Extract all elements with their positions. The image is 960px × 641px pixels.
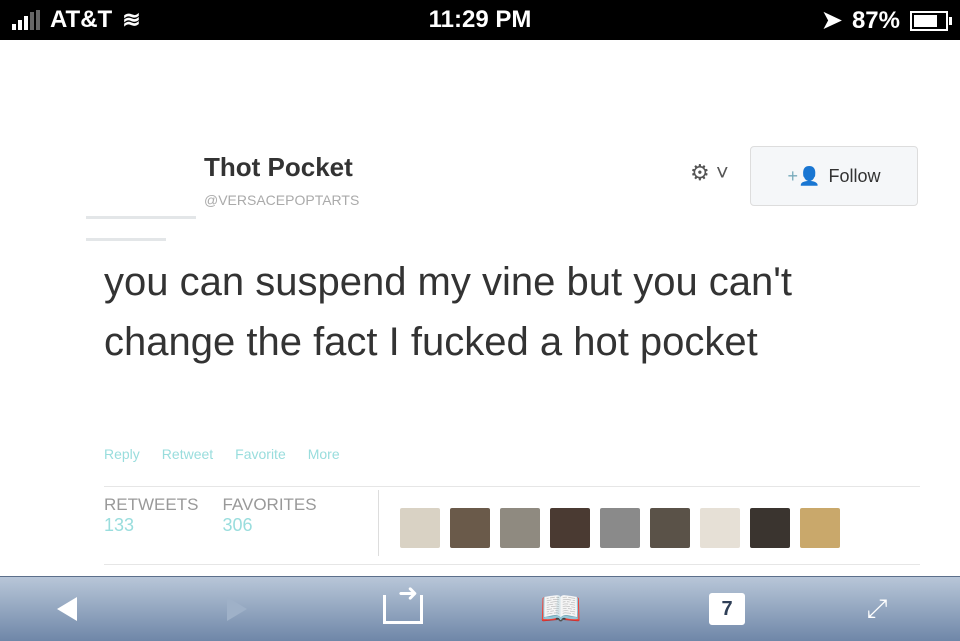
fullscreen-button[interactable]: ⤢: [852, 591, 902, 627]
share-icon: [383, 579, 423, 624]
divider: [86, 238, 166, 241]
tweet-actions: Reply Retweet Favorite More: [104, 446, 340, 462]
divider: [104, 564, 920, 565]
favoriter-avatars: [400, 508, 840, 548]
back-arrow-icon: [57, 597, 77, 621]
share-button[interactable]: [378, 579, 428, 627]
avatar[interactable]: [500, 508, 540, 548]
divider: [86, 216, 196, 219]
location-icon: ➤: [821, 7, 842, 34]
avatar[interactable]: [700, 508, 740, 548]
back-button[interactable]: [42, 591, 92, 627]
tweet-card: Thot Pocket @VERSACEPOPTARTS ⚙ ˅ +👤 Foll…: [0, 40, 960, 576]
avatar[interactable]: [550, 508, 590, 548]
tweet-author-handle[interactable]: @VERSACEPOPTARTS: [204, 192, 359, 208]
favorites-label: FAVORITES: [222, 495, 317, 514]
status-bar: AT&T ≋ 11:29 PM ➤ 87%: [0, 0, 960, 40]
battery-percent: 87%: [851, 6, 900, 34]
status-time: 11:29 PM: [428, 6, 532, 33]
more-action[interactable]: More: [308, 446, 340, 462]
favorite-action[interactable]: Favorite: [235, 446, 286, 462]
divider: [104, 486, 920, 487]
forward-button[interactable]: [212, 591, 262, 627]
tabs-button[interactable]: 7: [702, 591, 752, 627]
tweet-author-name[interactable]: Thot Pocket: [204, 152, 353, 183]
browser-toolbar: 📖 7 ⤢: [0, 576, 960, 641]
favorites-stat[interactable]: FAVORITES 306: [222, 495, 316, 536]
avatar[interactable]: [600, 508, 640, 548]
tweet-stats: RETWEETS 133 FAVORITES 306: [104, 495, 317, 536]
tweet-text: you can suspend my vine but you can't ch…: [104, 260, 793, 364]
avatar[interactable]: [650, 508, 690, 548]
avatar[interactable]: [800, 508, 840, 548]
favorites-count: 306: [222, 515, 253, 535]
bookmarks-button[interactable]: 📖: [536, 590, 586, 628]
avatar[interactable]: [450, 508, 490, 548]
avatar[interactable]: [400, 508, 440, 548]
book-icon: 📖: [539, 590, 583, 628]
follow-label: Follow: [828, 165, 881, 186]
add-user-icon: +👤: [787, 165, 821, 186]
forward-arrow-icon: [227, 597, 247, 621]
follow-button[interactable]: +👤 Follow: [750, 146, 918, 206]
retweets-count: 133: [104, 515, 135, 535]
divider: [378, 490, 379, 556]
tabs-count: 7: [709, 593, 745, 625]
gear-icon[interactable]: ⚙ ˅: [690, 160, 729, 186]
avatar[interactable]: [750, 508, 790, 548]
battery-icon: [910, 10, 952, 31]
retweet-action[interactable]: Retweet: [162, 446, 213, 462]
retweets-label: RETWEETS: [104, 495, 199, 514]
reply-action[interactable]: Reply: [104, 446, 140, 462]
status-right: ➤ 87%: [821, 6, 952, 35]
expand-icon: ⤢: [866, 593, 888, 623]
retweets-stat[interactable]: RETWEETS 133: [104, 495, 198, 536]
